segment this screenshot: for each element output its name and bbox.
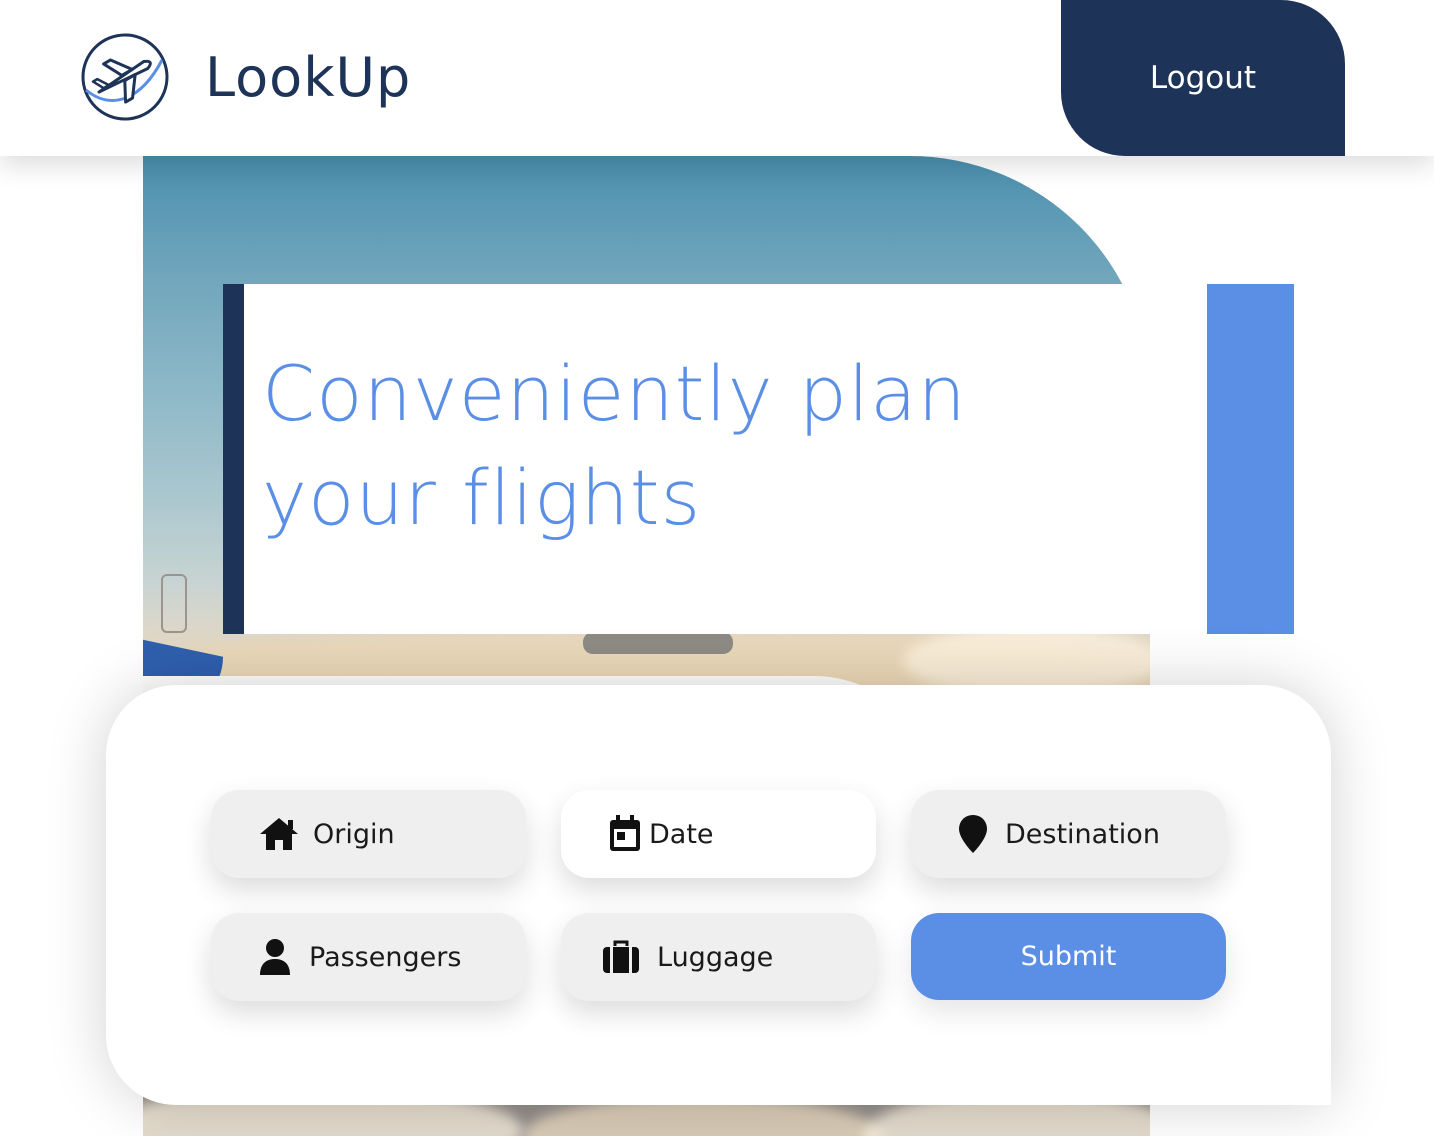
destination-field[interactable]: Destination xyxy=(911,790,1226,878)
airplane-logo-icon[interactable] xyxy=(80,32,170,122)
passengers-label: Passengers xyxy=(309,941,462,973)
airplane-door xyxy=(161,574,187,633)
headline-line-2: your flights xyxy=(262,453,702,542)
accent-bar xyxy=(1207,284,1294,634)
suitcase-icon xyxy=(599,935,643,979)
date-label: Date xyxy=(649,818,714,850)
passengers-field[interactable]: Passengers xyxy=(211,913,526,1001)
airplane-engine xyxy=(583,632,733,654)
origin-field[interactable]: Origin xyxy=(211,790,526,878)
calendar-icon xyxy=(603,812,647,856)
headline-card: Conveniently plan your flights xyxy=(223,284,1207,634)
luggage-field[interactable]: Luggage xyxy=(561,913,876,1001)
destination-label: Destination xyxy=(1005,818,1160,850)
logout-button[interactable]: Logout xyxy=(1061,0,1345,156)
date-field[interactable]: Date xyxy=(561,790,876,878)
top-header: LookUp Logout xyxy=(0,0,1434,156)
person-icon xyxy=(253,935,297,979)
brand-name: LookUp xyxy=(205,46,412,109)
page: LookUp Logout Conveniently plan your fli… xyxy=(0,0,1434,1136)
map-pin-icon xyxy=(951,812,995,856)
luggage-label: Luggage xyxy=(657,941,774,973)
flight-search-panel: Origin Date Destination Passengers Lugga… xyxy=(106,685,1331,1105)
submit-button[interactable]: Submit xyxy=(911,913,1226,1000)
origin-label: Origin xyxy=(313,818,395,850)
headline-line-1: Conveniently plan xyxy=(262,349,967,438)
page-headline: Conveniently plan your flights xyxy=(262,342,1082,550)
home-icon xyxy=(257,812,301,856)
